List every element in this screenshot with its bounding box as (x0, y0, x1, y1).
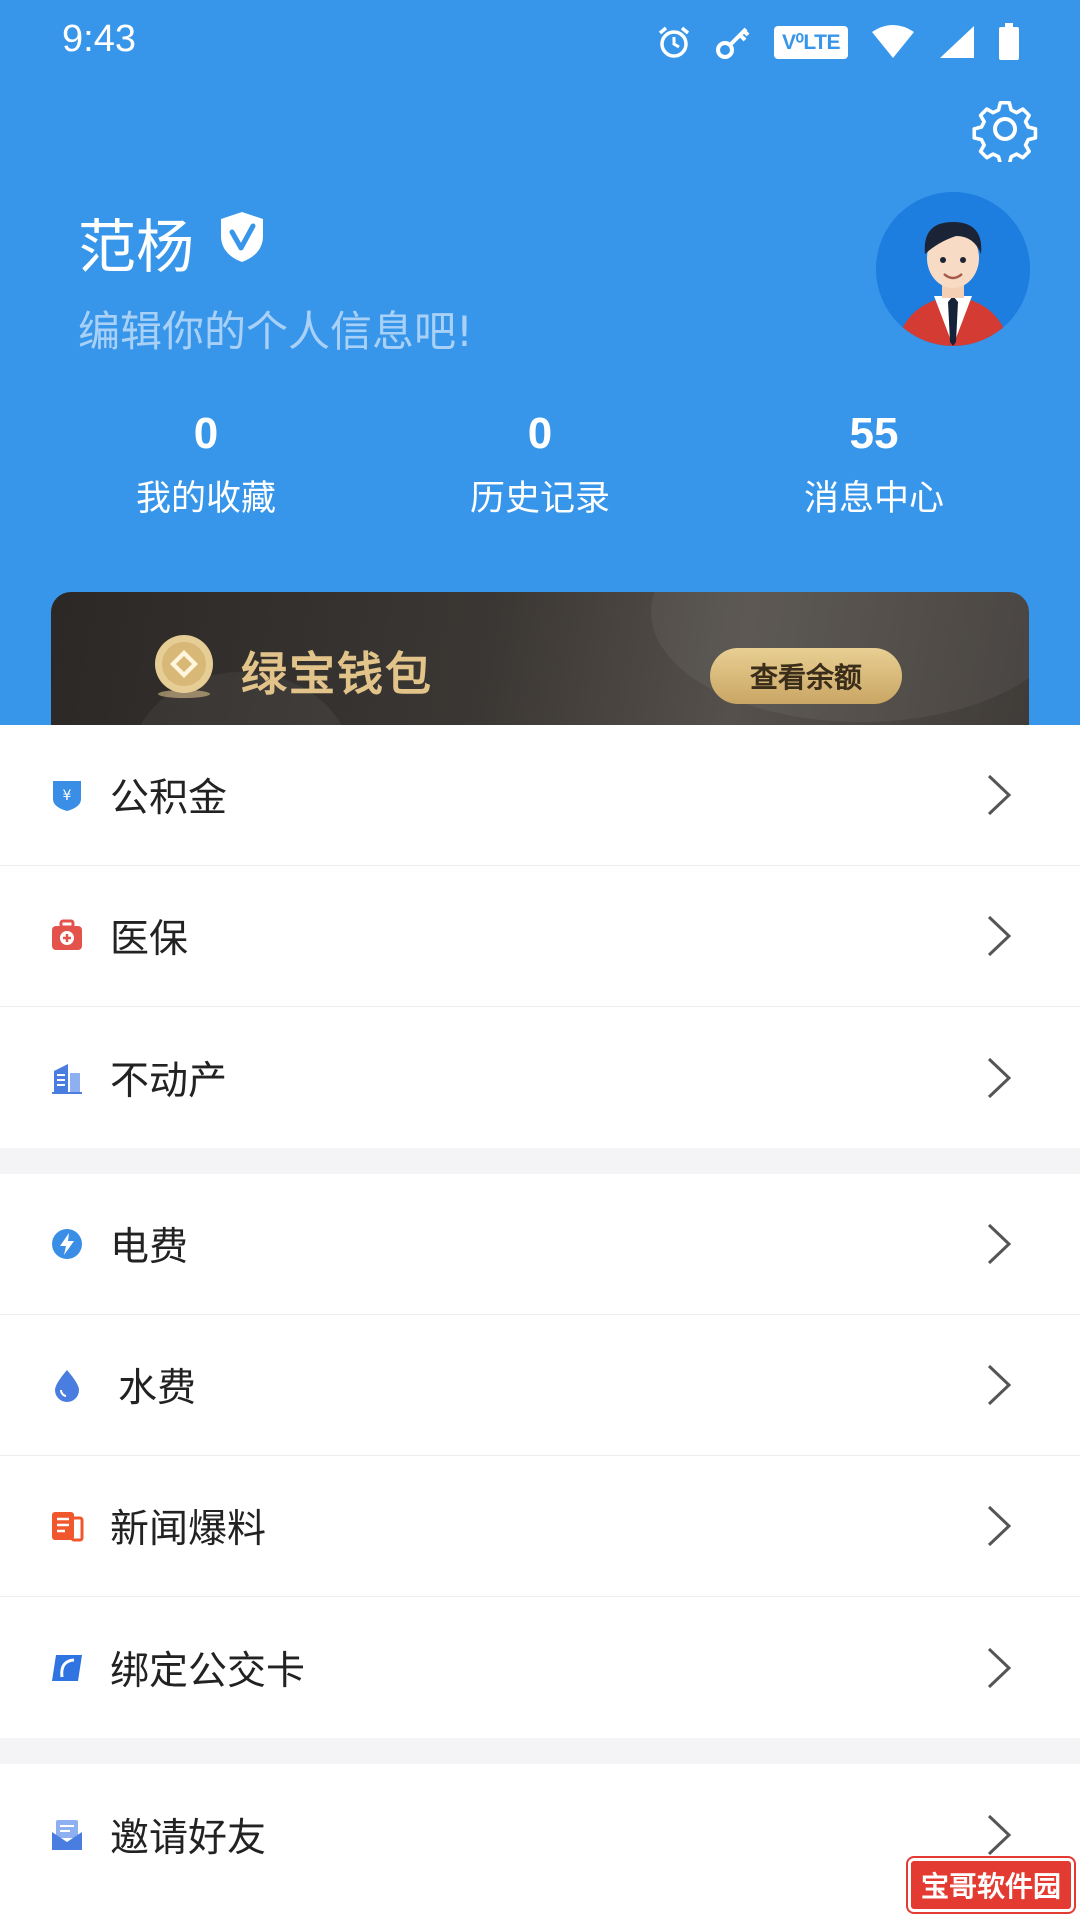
menu-item-label: 公积金 (110, 776, 228, 821)
wallet-card[interactable]: 绿宝钱包 查看余额 (51, 592, 1029, 725)
avatar-illustration (876, 192, 1030, 346)
section-divider (0, 1148, 1080, 1174)
status-icons: V⁰LTE (656, 20, 1020, 64)
menu-item-medical-insurance[interactable]: 医保 (0, 866, 1080, 1007)
invite-envelope-icon (52, 1819, 82, 1850)
section-divider (0, 1738, 1080, 1764)
stat-messages-count: 55 (849, 409, 899, 458)
menu-item-label: 邀请好友 (110, 1815, 267, 1861)
edit-profile-hint[interactable]: 编辑你的个人信息吧! (78, 298, 473, 359)
user-name[interactable]: 范杨 (78, 200, 194, 284)
chevron-right-icon (987, 1057, 1012, 1098)
chevron-right-icon (987, 774, 1012, 816)
status-time: 9:43 (62, 18, 136, 60)
news-icon (52, 1512, 84, 1542)
wallet-title: 绿宝钱包 (241, 647, 433, 701)
menu-list: ¥ 公积金 医保 不动产 电费 水费 新闻爆料 绑定公交卡 邀请好友 (0, 725, 1080, 1905)
stat-favorites[interactable]: 0 我的收藏 (76, 404, 336, 521)
alarm-icon (658, 26, 690, 58)
menu-item-label: 水费 (118, 1366, 197, 1411)
verified-shield-icon (221, 212, 263, 262)
settings-gear-icon[interactable] (972, 96, 1038, 162)
chevron-right-icon (987, 1364, 1012, 1406)
menu-item-provident-fund[interactable]: ¥ 公积金 (0, 725, 1080, 866)
menu-item-water-bill[interactable]: 水费 (0, 1315, 1080, 1456)
stat-messages[interactable]: 55 消息中心 (744, 404, 1004, 521)
menu-item-label: 绑定公交卡 (110, 1648, 306, 1694)
menu-item-label: 电费 (110, 1225, 189, 1270)
stat-history[interactable]: 0 历史记录 (410, 404, 670, 521)
status-bar: 9:43 V⁰LTE (0, 0, 1080, 80)
stat-favorites-label: 我的收藏 (135, 479, 276, 519)
wifi-icon (872, 25, 914, 58)
menu-item-label: 不动产 (110, 1058, 228, 1104)
bus-card-icon (52, 1654, 82, 1681)
chevron-right-icon (987, 1814, 1012, 1855)
check-balance-button[interactable]: 查看余额 (710, 648, 902, 704)
building-icon (52, 1063, 82, 1094)
signal-icon (940, 26, 974, 58)
key-icon (715, 27, 750, 59)
battery-icon (999, 23, 1019, 60)
fund-icon: ¥ (53, 781, 81, 811)
chevron-right-icon (987, 915, 1012, 957)
coin-icon (155, 635, 213, 698)
chevron-right-icon (987, 1223, 1012, 1265)
menu-item-news-tip[interactable]: 新闻爆料 (0, 1456, 1080, 1597)
stat-history-label: 历史记录 (469, 479, 610, 519)
menu-item-real-estate[interactable]: 不动产 (0, 1007, 1080, 1148)
menu-item-label: 医保 (110, 917, 189, 962)
menu-item-label: 新闻爆料 (110, 1507, 267, 1552)
chevron-right-icon (987, 1647, 1012, 1688)
lightning-icon (52, 1229, 82, 1259)
stat-favorites-count: 0 (193, 409, 219, 458)
svg-text:¥: ¥ (63, 788, 72, 804)
volte-icon: V⁰LTE (773, 25, 848, 59)
water-drop-icon (55, 1370, 79, 1402)
menu-item-bind-bus-card[interactable]: 绑定公交卡 (0, 1597, 1080, 1738)
chevron-right-icon (987, 1505, 1012, 1547)
profile-header: 9:43 V⁰LTE 范杨 编辑你的个人信息吧! 0 我的收藏 0 历史记录 5… (0, 0, 1080, 725)
watermark-logo: 宝哥软件园 (907, 1858, 1074, 1912)
avatar[interactable] (876, 192, 1030, 346)
stat-messages-label: 消息中心 (803, 479, 944, 519)
stat-history-count: 0 (527, 409, 553, 458)
stats-row: 0 我的收藏 0 历史记录 55 消息中心 (0, 404, 1080, 524)
menu-item-electricity-bill[interactable]: 电费 (0, 1174, 1080, 1315)
medical-kit-icon (52, 919, 82, 950)
